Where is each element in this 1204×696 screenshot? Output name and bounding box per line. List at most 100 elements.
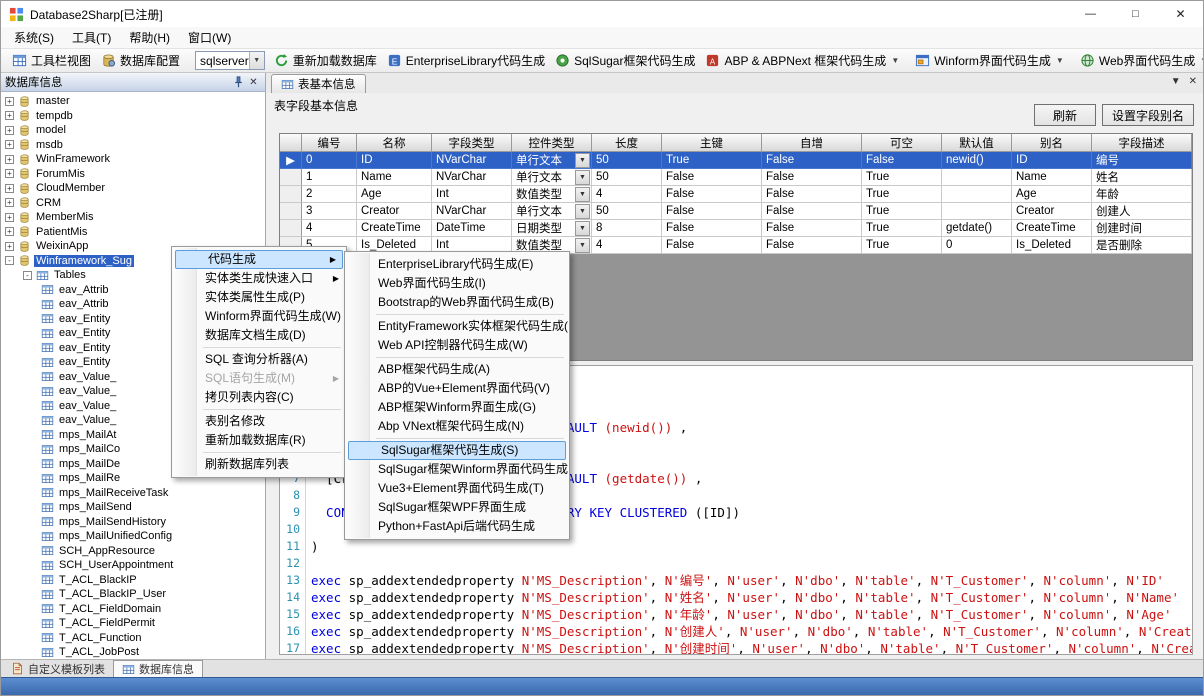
cell-dropdown-icon[interactable]: ▼ [575, 238, 590, 253]
grid-column-header[interactable]: 控件类型 [512, 134, 592, 152]
grid-cell[interactable]: 50 [592, 169, 662, 186]
cell-dropdown-icon[interactable]: ▼ [575, 204, 590, 219]
tree-node-database[interactable]: +master [1, 94, 265, 109]
expand-icon[interactable]: + [5, 97, 14, 106]
grid-cell[interactable]: 单行文本▼ [512, 152, 592, 169]
grid-cell[interactable]: False [762, 203, 862, 220]
tree-node-database[interactable]: +MemberMis [1, 210, 265, 225]
tree-node-table[interactable]: T_ACL_FieldPermit [1, 616, 265, 631]
grid-cell[interactable]: True [862, 220, 942, 237]
submenu-item-8[interactable]: ABP的Vue+Element界面代码(V) [346, 379, 568, 398]
grid-cell[interactable]: 日期类型▼ [512, 220, 592, 237]
grid-cell[interactable]: 0 [302, 152, 357, 169]
expand-icon[interactable]: + [5, 198, 14, 207]
grid-cell[interactable]: False [662, 186, 762, 203]
tree-node-table[interactable]: T_ACL_Function [1, 631, 265, 646]
grid-cell[interactable]: CreateTime [357, 220, 432, 237]
dropdown-arrow-icon[interactable]: ▼ [1056, 56, 1064, 65]
tree-node-table[interactable]: mps_MailSendHistory [1, 515, 265, 530]
submenu-item-2[interactable]: Bootstrap的Web界面代码生成(B) [346, 293, 568, 312]
grid-column-header[interactable]: 主键 [662, 134, 762, 152]
refresh-button[interactable]: 刷新 [1034, 104, 1096, 126]
toolbar-button-winform[interactable]: Winform界面代码生成▼ [910, 50, 1069, 71]
grid-cell[interactable]: NVarChar [432, 152, 512, 169]
grid-cell[interactable]: newid() [942, 152, 1012, 169]
row-selector-cell[interactable] [280, 220, 302, 237]
grid-cell[interactable]: True [862, 237, 942, 254]
context-menu-item-13[interactable]: 刷新数据库列表 [173, 455, 345, 474]
toolbar-button-web[interactable]: Web界面代码生成▼ [1075, 50, 1204, 71]
submenu-item-4[interactable]: EntityFramework实体框架代码生成(F) [346, 317, 568, 336]
grid-cell[interactable]: 3 [302, 203, 357, 220]
tree-node-database[interactable]: +msdb [1, 138, 265, 153]
grid-cell[interactable] [942, 169, 1012, 186]
grid-cell[interactable] [942, 203, 1012, 220]
tree-node-table[interactable]: mps_MailReceiveTask [1, 486, 265, 501]
grid-cell[interactable]: 4 [302, 220, 357, 237]
tree-node-database[interactable]: +WinFramework [1, 152, 265, 167]
grid-cell[interactable]: 数值类型▼ [512, 186, 592, 203]
grid-cell[interactable]: ID [357, 152, 432, 169]
tree-node-table[interactable]: mps_MailSend [1, 500, 265, 515]
submenu-item-14[interactable]: Vue3+Element界面代码生成(T) [346, 479, 568, 498]
grid-cell[interactable]: ID [1012, 152, 1092, 169]
grid-cell[interactable]: 单行文本▼ [512, 203, 592, 220]
grid-cell[interactable]: 单行文本▼ [512, 169, 592, 186]
maximize-button[interactable]: □ [1113, 1, 1158, 27]
grid-cell[interactable]: CreateTime [1012, 220, 1092, 237]
toolbar-button-dbconfig[interactable]: 数据库配置 [96, 50, 185, 71]
cell-dropdown-icon[interactable]: ▼ [575, 170, 590, 185]
expand-icon[interactable]: + [5, 111, 14, 120]
grid-cell[interactable]: False [762, 186, 862, 203]
set-field-alias-button[interactable]: 设置字段别名 [1102, 104, 1194, 126]
grid-cell[interactable]: 0 [942, 237, 1012, 254]
tree-node-table[interactable]: mps_MailUnifiedConfig [1, 529, 265, 544]
grid-cell[interactable]: Name [1012, 169, 1092, 186]
submenu-item-13[interactable]: SqlSugar框架Winform界面代码生成(U) [346, 460, 568, 479]
submenu-item-0[interactable]: EnterpriseLibrary代码生成(E) [346, 255, 568, 274]
grid-cell[interactable]: NVarChar [432, 169, 512, 186]
grid-cell[interactable]: True [862, 203, 942, 220]
grid-cell[interactable]: 50 [592, 152, 662, 169]
chevron-down-icon[interactable]: ▼ [1171, 76, 1181, 87]
toolbar-button-sugar[interactable]: SqlSugar框架代码生成 [550, 50, 700, 71]
grid-cell[interactable]: 2 [302, 186, 357, 203]
row-selector-cell[interactable] [280, 186, 302, 203]
context-menu-item-0[interactable]: 代码生成▶ [175, 250, 343, 269]
menubar-item-2[interactable]: 帮助(H) [120, 27, 179, 48]
tree-node-database[interactable]: +CloudMember [1, 181, 265, 196]
grid-cell[interactable]: Creator [1012, 203, 1092, 220]
submenu-item-5[interactable]: Web API控制器代码生成(W) [346, 336, 568, 355]
database-type-combo[interactable]: sqlserver▼ [195, 51, 265, 70]
tree-node-table[interactable]: T_ACL_FieldDomain [1, 602, 265, 617]
toolbar-button-abp[interactable]: AABP & ABPNext 框架代码生成▼ [700, 50, 904, 71]
grid-cell[interactable]: Int [432, 186, 512, 203]
grid-column-header[interactable]: 默认值 [942, 134, 1012, 152]
context-menu-item-7[interactable]: SQL语句生成(M)▶ [173, 369, 345, 388]
grid-cell[interactable]: False [662, 220, 762, 237]
tree-node-database[interactable]: +CRM [1, 196, 265, 211]
grid-cell[interactable]: False [662, 169, 762, 186]
tree-node-table[interactable]: T_ACL_JobPost [1, 645, 265, 659]
cell-dropdown-icon[interactable]: ▼ [575, 187, 590, 202]
tree-node-table[interactable]: T_ACL_BlackIP_User [1, 587, 265, 602]
submenu-item-15[interactable]: SqlSugar框架WPF界面生成 [346, 498, 568, 517]
toolbar-button-el[interactable]: EEnterpriseLibrary代码生成 [382, 50, 550, 71]
grid-column-header[interactable]: 别名 [1012, 134, 1092, 152]
grid-cell[interactable]: DateTime [432, 220, 512, 237]
context-menu-item-11[interactable]: 重新加载数据库(R) [173, 431, 345, 450]
grid-cell[interactable]: NVarChar [432, 203, 512, 220]
grid-column-header[interactable]: 编号 [302, 134, 357, 152]
grid-cell[interactable]: Name [357, 169, 432, 186]
grid-cell[interactable]: False [862, 152, 942, 169]
toolbar-button-refresh[interactable]: 重新加载数据库 [269, 50, 382, 71]
dropdown-arrow-icon[interactable]: ▼ [891, 56, 899, 65]
grid-column-header[interactable]: 长度 [592, 134, 662, 152]
grid-cell[interactable]: 50 [592, 203, 662, 220]
grid-cell[interactable]: True [662, 152, 762, 169]
grid-cell[interactable]: Age [1012, 186, 1092, 203]
context-menu-item-3[interactable]: Winform界面代码生成(W) [173, 307, 345, 326]
cell-dropdown-icon[interactable]: ▼ [575, 153, 590, 168]
grid-cell[interactable]: 8 [592, 220, 662, 237]
tab-table-basic-info[interactable]: 表基本信息 [271, 74, 366, 93]
